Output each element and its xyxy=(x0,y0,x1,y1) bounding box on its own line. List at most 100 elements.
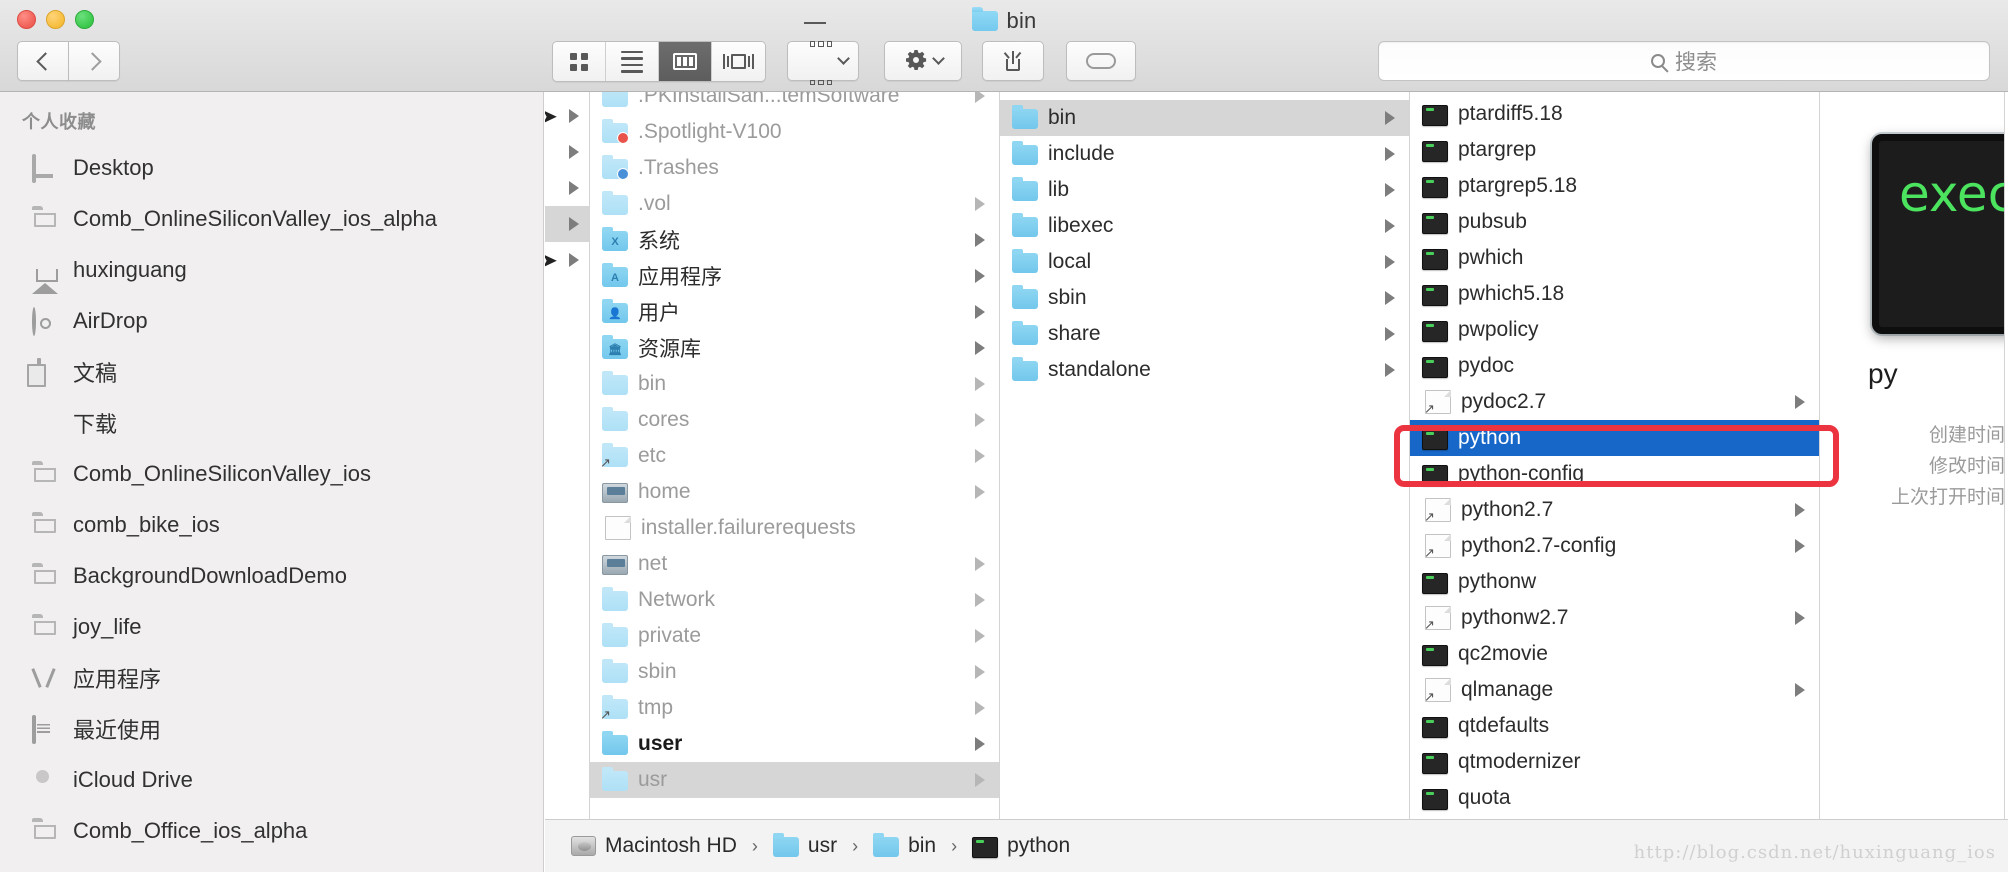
breadcrumb-macintosh-hd[interactable]: Macintosh HD xyxy=(571,834,737,858)
titlebar: bin 搜索 xyxy=(0,0,2008,92)
disclosure-arrow-icon xyxy=(975,92,985,103)
disclosure-arrow-icon xyxy=(975,341,985,355)
column-row-pydoc27[interactable]: ↗ pydoc2.7 xyxy=(1410,384,1819,420)
column-row-sbin[interactable]: sbin xyxy=(1000,280,1409,316)
column-row-bin[interactable]: bin xyxy=(590,366,999,402)
sidebar-item-airdrop[interactable]: AirDrop xyxy=(0,295,543,346)
column-row-ptardiff518[interactable]: ptardiff5.18 xyxy=(1410,96,1819,132)
column-row-applications[interactable]: A 应用程序 xyxy=(590,258,999,294)
tag-button[interactable] xyxy=(1066,41,1136,81)
column-row-share[interactable]: share xyxy=(1000,316,1409,352)
column-row-python-config[interactable]: python-config xyxy=(1410,456,1819,492)
column-row-pydoc[interactable]: pydoc xyxy=(1410,348,1819,384)
column-row-stub-selected[interactable] xyxy=(545,206,589,242)
column-row-system[interactable]: X 系统 xyxy=(590,222,999,258)
column-row-qlmanage[interactable]: ↗ qlmanage xyxy=(1410,672,1819,708)
column-row-net[interactable]: net xyxy=(590,546,999,582)
column-row-pythonw27[interactable]: ↗ pythonw2.7 xyxy=(1410,600,1819,636)
column-row-pubsub[interactable]: pubsub xyxy=(1410,204,1819,240)
arrange-button[interactable] xyxy=(787,21,859,86)
column-row-stub[interactable]: ➤ xyxy=(545,242,589,278)
disclosure-arrow-icon xyxy=(975,377,985,391)
preview-meta-label-last-opened: 上次打开时间 xyxy=(1890,487,2005,508)
sidebar-item-comb-onlinesiliconvalley-ios[interactable]: Comb_OnlineSiliconValley_ios xyxy=(0,448,543,499)
sidebar-item-desktop[interactable]: Desktop xyxy=(0,142,543,193)
search-input[interactable]: 搜索 xyxy=(1378,41,1990,81)
column-view-button[interactable] xyxy=(659,42,712,81)
column-row-local[interactable]: local xyxy=(1000,244,1409,280)
column-row-usr[interactable]: usr xyxy=(590,762,999,798)
column-row-etc[interactable]: ↗ etc xyxy=(590,438,999,474)
column-row-bin[interactable]: bin xyxy=(1000,100,1409,136)
list-view-button[interactable] xyxy=(606,42,659,81)
column-row-python27-config[interactable]: ↗ python2.7-config xyxy=(1410,528,1819,564)
column-row-ptargrep518[interactable]: ptargrep5.18 xyxy=(1410,168,1819,204)
breadcrumb-bin[interactable]: bin xyxy=(873,833,936,858)
column-row-spotlight-v100[interactable]: .Spotlight-V100 xyxy=(590,114,999,150)
breadcrumb-python[interactable]: python xyxy=(972,834,1070,858)
sidebar-item-comb-onlinesiliconvalley-ios-alpha[interactable]: Comb_OnlineSiliconValley_ios_alpha xyxy=(0,193,543,244)
column-row-private[interactable]: private xyxy=(590,618,999,654)
column-row-trashes[interactable]: .Trashes xyxy=(590,150,999,186)
column-row-tmp[interactable]: ↗ tmp xyxy=(590,690,999,726)
sidebar-item-huxinguang[interactable]: huxinguang xyxy=(0,244,543,295)
cursor-icon: ➤ xyxy=(545,104,558,129)
column-row-vol[interactable]: .vol xyxy=(590,186,999,222)
column-usr[interactable]: bin include lib libexec local sbin share… xyxy=(1000,92,1410,819)
sidebar[interactable]: 个人收藏 Desktop Comb_OnlineSiliconValley_io… xyxy=(0,92,544,872)
action-gear-button[interactable] xyxy=(884,41,962,81)
column-row-label: pwhich5.18 xyxy=(1458,282,1565,305)
column-row-qc2movie[interactable]: qc2movie xyxy=(1410,636,1819,672)
column-row-python27[interactable]: ↗ python2.7 xyxy=(1410,492,1819,528)
column-row-quota[interactable]: quota xyxy=(1410,780,1819,816)
coverflow-view-button[interactable] xyxy=(712,42,765,81)
sidebar-item-documents[interactable]: 文稿 xyxy=(0,346,543,397)
sidebar-item-joy-life[interactable]: joy_life xyxy=(0,601,543,652)
column-row-pkinstall[interactable]: .PKInstallSan...temSoftware xyxy=(590,92,999,114)
column-row-stub[interactable]: ➤ xyxy=(545,98,589,134)
column-row-python[interactable]: python xyxy=(1410,420,1819,456)
column-root-partial[interactable]: ➤ ➤ xyxy=(545,92,590,819)
column-row-pythonw[interactable]: pythonw xyxy=(1410,564,1819,600)
column-row-ptargrep[interactable]: ptargrep xyxy=(1410,132,1819,168)
sidebar-item-comb-office-ios-alpha[interactable]: Comb_Office_ios_alpha xyxy=(0,805,543,856)
forward-button[interactable] xyxy=(68,41,120,81)
column-row-home[interactable]: home xyxy=(590,474,999,510)
column-row-library[interactable]: 🏛 资源库 xyxy=(590,330,999,366)
column-row-label: sbin xyxy=(638,660,677,683)
column-row-label: .vol xyxy=(638,192,671,215)
column-row-stub[interactable] xyxy=(545,170,589,206)
column-row-cores[interactable]: cores xyxy=(590,402,999,438)
column-row-pwpolicy[interactable]: pwpolicy xyxy=(1410,312,1819,348)
icon-view-button[interactable] xyxy=(553,42,606,81)
column-row-pwhich518[interactable]: pwhich5.18 xyxy=(1410,276,1819,312)
sidebar-item-backgrounddownloaddemo[interactable]: BackgroundDownloadDemo xyxy=(0,550,543,601)
column-row-libexec[interactable]: libexec xyxy=(1000,208,1409,244)
column-row-installer-failurerequests[interactable]: installer.failurerequests xyxy=(590,510,999,546)
sidebar-item-recents[interactable]: 最近使用 xyxy=(0,703,543,754)
disclosure-arrow-icon xyxy=(975,449,985,463)
column-row-qtmodernizer[interactable]: qtmodernizer xyxy=(1410,744,1819,780)
column-row-stub[interactable] xyxy=(545,134,589,170)
column-row-pwhich[interactable]: pwhich xyxy=(1410,240,1819,276)
column-row-standalone[interactable]: standalone xyxy=(1000,352,1409,388)
folder-alias-icon: ↗ xyxy=(600,443,628,469)
column-usr-bin[interactable]: ptardiff5.18 ptargrep ptargrep5.18 pubsu… xyxy=(1410,92,1820,819)
column-row-qtdefaults[interactable]: qtdefaults xyxy=(1410,708,1819,744)
column-macintosh-hd[interactable]: .PKInstallSan...temSoftware .Spotlight-V… xyxy=(590,92,1000,819)
column-row-user[interactable]: user xyxy=(590,726,999,762)
column-row-network[interactable]: Network xyxy=(590,582,999,618)
column-row-sbin[interactable]: sbin xyxy=(590,654,999,690)
sidebar-item-downloads[interactable]: 下载 xyxy=(0,397,543,448)
coverflow-icon xyxy=(723,54,754,69)
sidebar-item-comb-bike-ios[interactable]: comb_bike_ios xyxy=(0,499,543,550)
column-row-lib[interactable]: lib xyxy=(1000,172,1409,208)
column-row-users[interactable]: 👤 用户 xyxy=(590,294,999,330)
back-button[interactable] xyxy=(17,41,69,81)
column-row-include[interactable]: include xyxy=(1000,136,1409,172)
sidebar-item-applications[interactable]: 应用程序 xyxy=(0,652,543,703)
breadcrumb-usr[interactable]: usr xyxy=(772,833,837,858)
sidebar-item-icloud-drive[interactable]: iCloud Drive xyxy=(0,754,543,805)
document-icon xyxy=(605,516,631,540)
share-button[interactable] xyxy=(982,41,1044,81)
